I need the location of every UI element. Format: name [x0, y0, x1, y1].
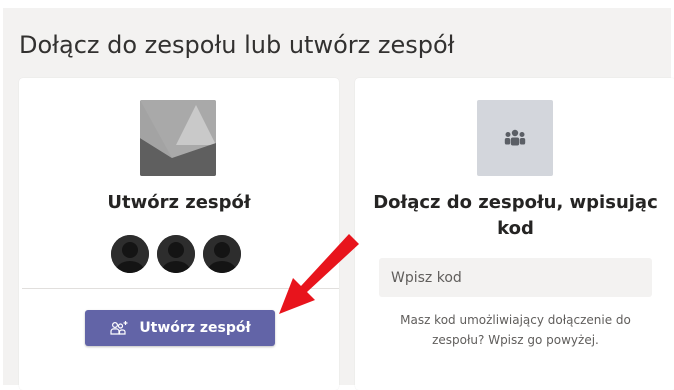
member-avatars — [111, 235, 241, 273]
avatar — [111, 235, 149, 273]
join-with-code-card: Dołącz do zespołu, wpisując kod Masz kod… — [355, 78, 674, 390]
person-silhouette-icon — [111, 235, 149, 273]
create-team-button[interactable]: Utwórz zespół — [85, 310, 275, 346]
app-frame: Dołącz do zespołu lub utwórz zespół Utwó… — [0, 0, 674, 390]
team-code-input[interactable] — [379, 258, 652, 297]
avatar — [203, 235, 241, 273]
avatar — [157, 235, 195, 273]
page-title: Dołącz do zespołu lub utwórz zespół — [19, 31, 455, 59]
join-or-create-panel: Dołącz do zespołu lub utwórz zespół Utwó… — [3, 8, 674, 390]
red-arrow-annotation-icon — [279, 234, 359, 314]
create-team-title: Utwórz zespół — [107, 192, 251, 213]
join-team-thumbnail — [477, 100, 553, 176]
join-team-title: Dołącz do zespołu, wpisując kod — [373, 192, 658, 239]
person-silhouette-icon — [203, 235, 241, 273]
team-people-icon — [504, 129, 526, 146]
landscape-placeholder-icon — [140, 100, 216, 176]
add-team-icon — [110, 321, 128, 335]
join-code-hint: Masz kod umożliwiający dołączenie do zes… — [400, 313, 631, 347]
create-team-button-label: Utwórz zespół — [139, 320, 251, 336]
create-team-thumbnail — [140, 100, 216, 176]
person-silhouette-icon — [157, 235, 195, 273]
